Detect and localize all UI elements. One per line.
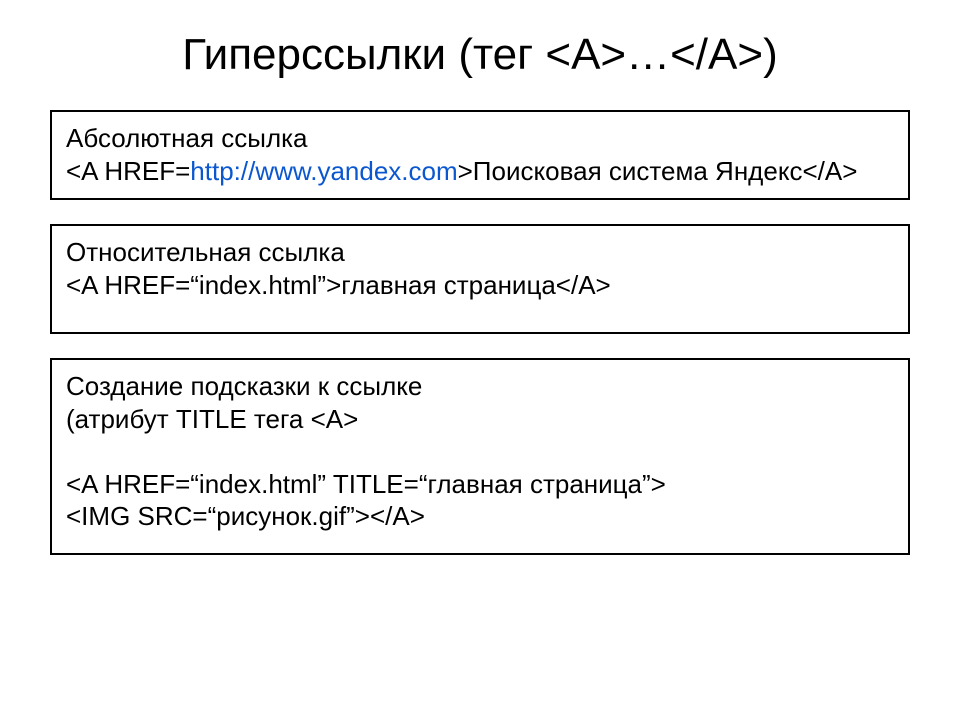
example-box-relative: Относительная ссылка <A HREF=“index.html…: [50, 224, 910, 334]
box3-line1: Создание подсказки к ссылке: [66, 370, 894, 403]
slide-title: Гиперссылки (тег <A>…</A>): [50, 30, 910, 80]
box1-code-part2: >Поисковая система Яндекс</A>: [458, 156, 858, 186]
box2-label: Относительная ссылка: [66, 236, 894, 269]
box3-line4: <A HREF=“index.html” TITLE=“главная стра…: [66, 468, 894, 501]
box1-code-url: http://www.yandex.com: [190, 156, 457, 186]
slide: Гиперссылки (тег <A>…</A>) Абсолютная сс…: [0, 0, 960, 609]
box1-label: Абсолютная ссылка: [66, 122, 894, 155]
box2-code: <A HREF=“index.html”>главная страница</A…: [66, 269, 894, 302]
box3-line2: (атрибут TITLE тега <A>: [66, 403, 894, 436]
example-box-absolute: Абсолютная ссылка <A HREF=http://www.yan…: [50, 110, 910, 200]
box1-code: <A HREF=http://www.yandex.com>Поисковая …: [66, 155, 894, 188]
example-box-title: Создание подсказки к ссылке (атрибут TIT…: [50, 358, 910, 555]
box3-line3: [66, 435, 894, 468]
box1-code-part1: <A HREF=: [66, 156, 190, 186]
box3-line5: <IMG SRC=“рисунок.gif”></A>: [66, 500, 894, 533]
